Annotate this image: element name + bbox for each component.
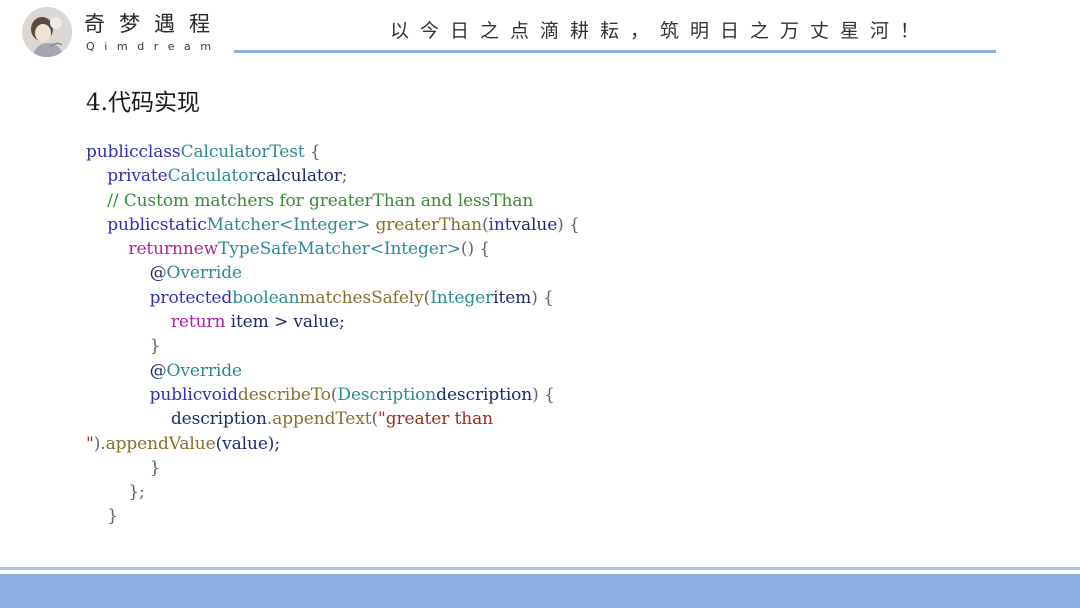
code-token: ; bbox=[341, 166, 348, 187]
code-token: public bbox=[86, 142, 139, 162]
code-token: { bbox=[304, 142, 321, 162]
code-token: () { bbox=[460, 239, 491, 260]
code-token: private bbox=[86, 166, 168, 187]
code-token: TypeSafeMatcher bbox=[218, 239, 370, 260]
footer-divider bbox=[0, 567, 1080, 570]
code-line: }; bbox=[86, 480, 1026, 504]
code-line: returnnewTypeSafeMatcher<Integer>() { bbox=[86, 237, 1026, 261]
code-token: Description bbox=[337, 384, 437, 405]
code-line: description.appendText("greater than bbox=[86, 407, 1026, 431]
code-token: return bbox=[86, 312, 226, 333]
code-token: value bbox=[511, 214, 558, 235]
brand-subtitle: Qimdream bbox=[86, 40, 221, 53]
header-slogan: 以今日之点滴耕耘，筑明日之万丈星河！ bbox=[390, 20, 931, 42]
code-token: return bbox=[86, 239, 183, 260]
code-line: publicclassCalculatorTest { bbox=[86, 140, 1026, 164]
code-line: @Override bbox=[86, 359, 1026, 383]
code-token: ) { bbox=[531, 287, 554, 308]
code-block: publicclassCalculatorTest { privateCalcu… bbox=[86, 140, 1026, 529]
code-token: @ bbox=[86, 263, 167, 284]
code-token: Integer bbox=[430, 287, 494, 308]
avatar-illustration-icon bbox=[22, 7, 72, 57]
section-title: 4.代码实现 bbox=[86, 90, 200, 116]
code-token: }; bbox=[86, 482, 145, 503]
code-token: // Custom matchers for greaterThan and l… bbox=[86, 190, 534, 211]
code-line: // Custom matchers for greaterThan and l… bbox=[86, 189, 1026, 213]
brand-title: 奇梦遇程 bbox=[84, 12, 224, 36]
code-line: } bbox=[86, 334, 1026, 358]
code-token: public bbox=[86, 214, 160, 235]
code-token: CalculatorTest bbox=[180, 142, 305, 162]
header-divider bbox=[234, 50, 996, 53]
slide: 奇梦遇程 Qimdream 以今日之点滴耕耘，筑明日之万丈星河！ 4.代码实现 … bbox=[0, 0, 1080, 608]
code-token: } bbox=[86, 457, 161, 478]
code-token: static bbox=[159, 214, 207, 235]
code-line: @Override bbox=[86, 261, 1026, 285]
code-token: Override bbox=[166, 360, 243, 381]
code-token: <Integer> bbox=[278, 214, 371, 235]
footer-bar bbox=[0, 574, 1080, 608]
code-token: new bbox=[182, 239, 219, 260]
code-line: } bbox=[86, 504, 1026, 528]
code-line: publicvoiddescribeTo(Descriptiondescript… bbox=[86, 383, 1026, 407]
code-token: description bbox=[86, 409, 267, 430]
code-token: @ bbox=[86, 360, 167, 381]
code-token: ). bbox=[93, 433, 106, 454]
code-token: greaterThan bbox=[375, 214, 483, 235]
code-line: publicstaticMatcher<Integer> greaterThan… bbox=[86, 213, 1026, 237]
code-line: ").appendValue(value); bbox=[86, 432, 1026, 456]
code-token: calculator bbox=[256, 166, 342, 187]
code-line: } bbox=[86, 456, 1026, 480]
code-token: " bbox=[86, 433, 94, 454]
code-token: } bbox=[86, 336, 161, 357]
code-token: item bbox=[493, 287, 532, 308]
code-token: boolean bbox=[232, 287, 300, 308]
code-token: class bbox=[138, 142, 181, 162]
code-token: appendText bbox=[272, 409, 372, 430]
code-token: Override bbox=[166, 263, 243, 284]
code-token: public bbox=[86, 384, 203, 405]
code-line: privateCalculatorcalculator; bbox=[86, 164, 1026, 188]
code-token: describeTo bbox=[237, 384, 331, 405]
code-token: ) { bbox=[557, 214, 580, 235]
code-token: description bbox=[436, 384, 533, 405]
code-token: matchesSafely bbox=[299, 287, 424, 308]
code-line: protectedbooleanmatchesSafely(Integerite… bbox=[86, 286, 1026, 310]
code-token: item > value; bbox=[225, 312, 345, 333]
code-token: "greater than bbox=[378, 409, 494, 430]
code-token: (value); bbox=[215, 433, 280, 454]
code-token: <Integer> bbox=[369, 239, 461, 260]
code-token: protected bbox=[86, 287, 233, 308]
code-line: return item > value; bbox=[86, 310, 1026, 334]
code-token: appendValue bbox=[105, 433, 216, 454]
code-token: ) { bbox=[532, 384, 555, 405]
code-token: int bbox=[488, 214, 512, 235]
logo-avatar bbox=[22, 7, 72, 57]
code-token: void bbox=[202, 384, 238, 405]
code-token: Calculator bbox=[167, 166, 257, 187]
code-token: } bbox=[86, 506, 118, 527]
code-token: Matcher bbox=[206, 214, 279, 235]
